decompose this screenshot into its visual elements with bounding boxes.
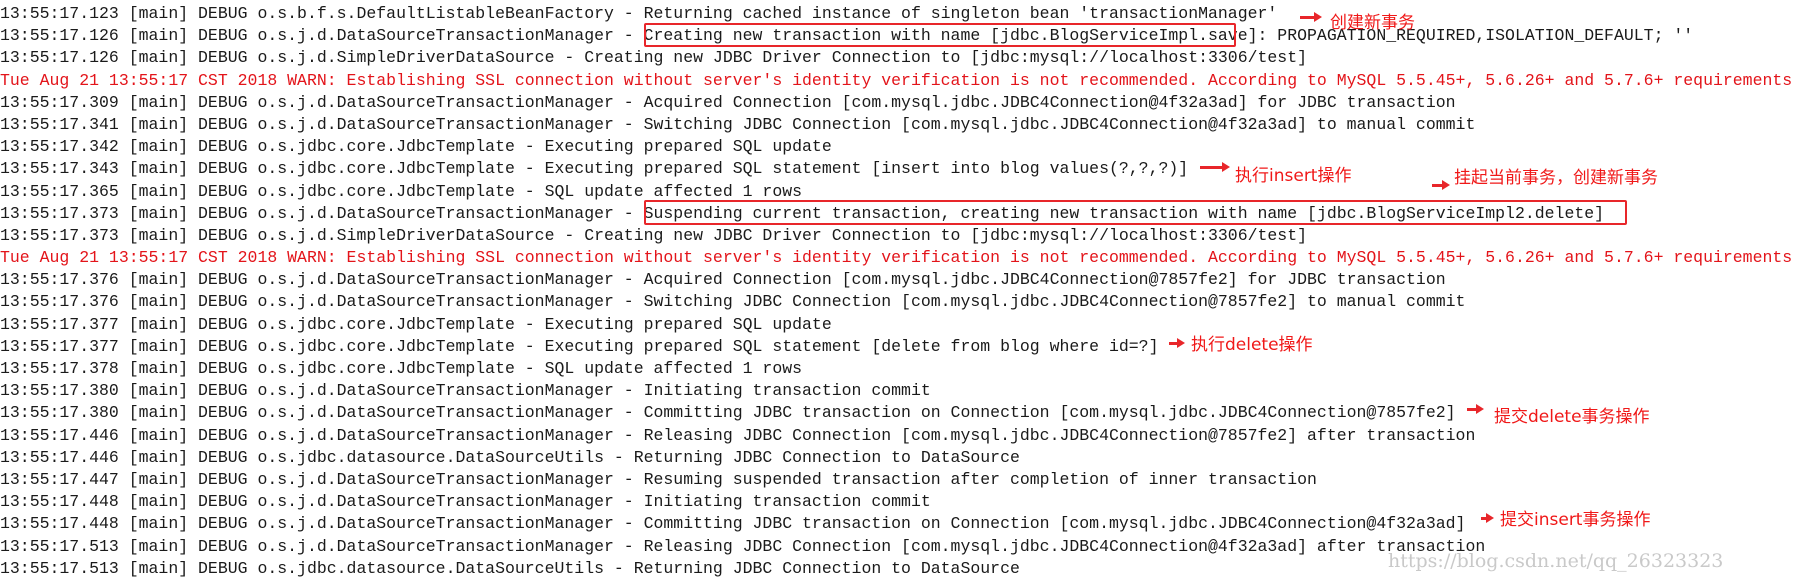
log-line: 13:55:17.380 [main] DEBUG o.s.j.d.DataSo… xyxy=(0,381,931,401)
log-line: 13:55:17.373 [main] DEBUG o.s.j.d.Simple… xyxy=(0,225,1308,245)
console-log: 13:55:17.123 [main] DEBUG o.s.b.f.s.Defa… xyxy=(0,3,1792,580)
log-line: 13:55:17.377 [main] DEBUG o.s.jdbc.core.… xyxy=(0,314,832,334)
log-line: 13:55:17.376 [main] DEBUG o.s.j.d.DataSo… xyxy=(0,292,1466,312)
log-line-warn: Tue Aug 21 13:55:17 CST 2018 WARN: Estab… xyxy=(0,248,1793,268)
watermark: https://blog.csdn.net/qq_26323323 xyxy=(1388,550,1724,572)
log-line: 13:55:17.446 [main] DEBUG o.s.jdbc.datas… xyxy=(0,447,1020,467)
annotation-commit-delete: 提交delete事务操作 xyxy=(1494,407,1650,427)
log-line: 13:55:17.342 [main] DEBUG o.s.jdbc.core.… xyxy=(0,137,832,157)
log-line: 13:55:17.376 [main] DEBUG o.s.j.d.DataSo… xyxy=(0,270,1446,290)
log-line: 13:55:17.447 [main] DEBUG o.s.j.d.DataSo… xyxy=(0,469,1317,489)
log-line: 13:55:17.309 [main] DEBUG o.s.j.d.DataSo… xyxy=(0,92,1456,112)
arrow-icon xyxy=(1432,180,1450,190)
log-line: 13:55:17.446 [main] DEBUG o.s.j.d.DataSo… xyxy=(0,425,1476,445)
highlight-box-create-transaction xyxy=(644,23,1236,47)
log-line: 13:55:17.341 [main] DEBUG o.s.j.d.DataSo… xyxy=(0,114,1476,134)
highlight-box-suspend-transaction xyxy=(644,200,1627,225)
annotation-commit-insert: 提交insert事务操作 xyxy=(1500,510,1651,530)
arrow-icon xyxy=(1300,12,1322,22)
arrow-icon xyxy=(1200,162,1230,172)
log-line: 13:55:17.123 [main] DEBUG o.s.b.f.s.Defa… xyxy=(0,4,1278,23)
arrow-icon xyxy=(1467,404,1484,414)
log-line: 13:55:17.377 [main] DEBUG o.s.jdbc.core.… xyxy=(0,336,1159,356)
annotation-exec-insert: 执行insert操作 xyxy=(1235,166,1352,186)
arrow-icon xyxy=(1169,338,1185,348)
annotation-suspend-create: 挂起当前事务，创建新事务 xyxy=(1454,168,1658,188)
annotation-create-transaction: 创建新事务 xyxy=(1330,13,1415,33)
log-line: 13:55:17.126 [main] DEBUG o.s.j.d.Simple… xyxy=(0,48,1308,68)
arrow-icon xyxy=(1481,513,1494,523)
log-line-warn: Tue Aug 21 13:55:17 CST 2018 WARN: Estab… xyxy=(0,70,1793,90)
annotation-exec-delete: 执行delete操作 xyxy=(1191,335,1313,355)
log-line: 13:55:17.378 [main] DEBUG o.s.jdbc.core.… xyxy=(0,359,803,378)
